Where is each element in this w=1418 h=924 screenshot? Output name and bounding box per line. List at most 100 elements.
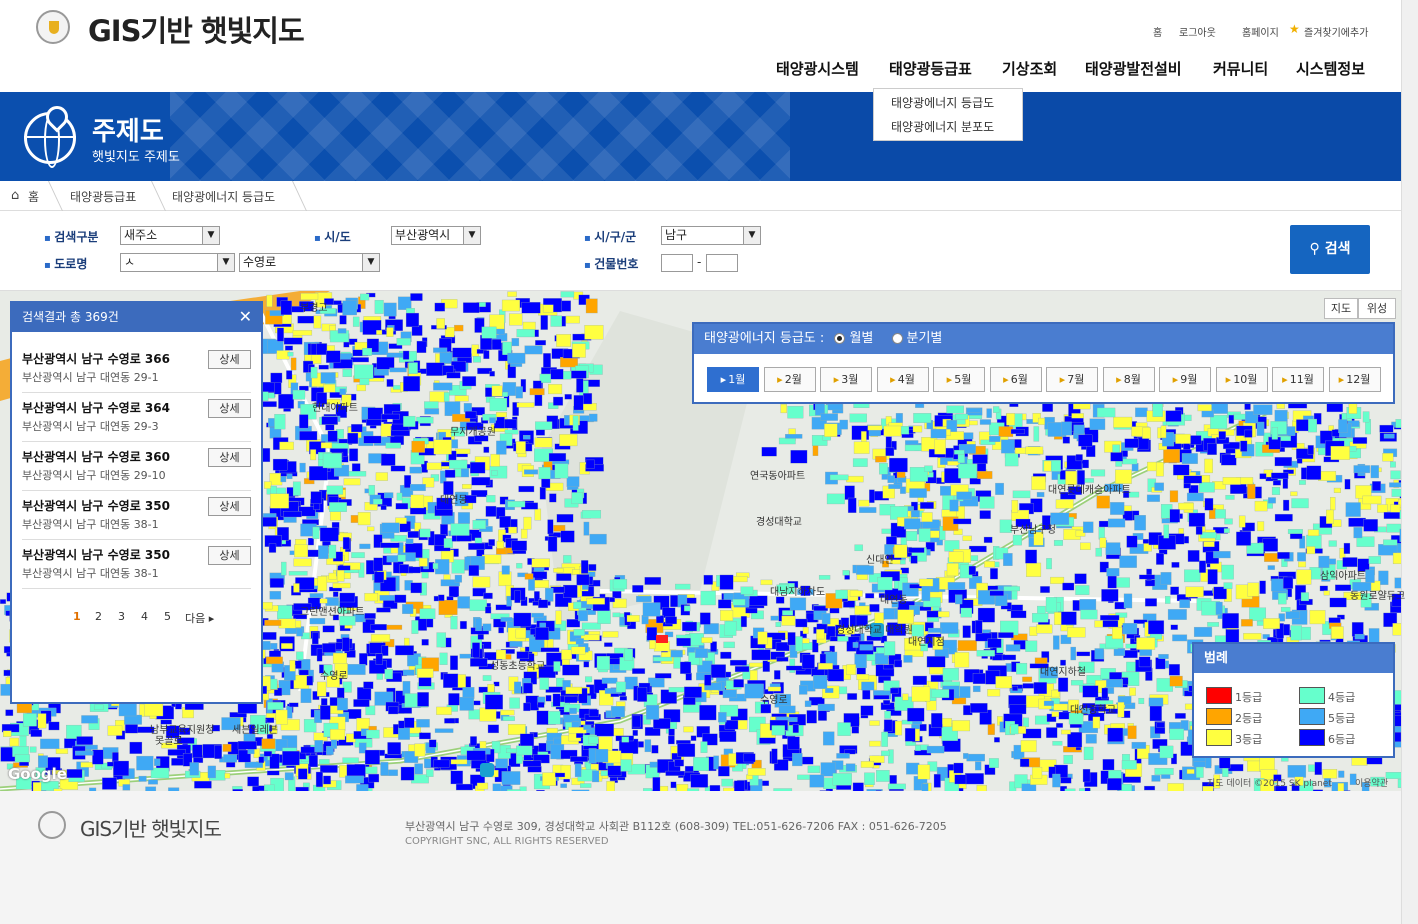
radio-monthly[interactable]	[834, 333, 846, 344]
month-button-5[interactable]: 5월	[933, 367, 985, 392]
building-tile	[1362, 411, 1370, 423]
homepage-link[interactable]: 홈페이지	[1242, 24, 1279, 39]
building-sub-number-input[interactable]	[706, 254, 738, 272]
month-button-8[interactable]: 8월	[1102, 367, 1155, 392]
building-tile	[1126, 535, 1138, 548]
sigungu-select[interactable]: 남구	[661, 226, 761, 245]
building-main-number-input[interactable]	[661, 254, 693, 272]
building-tile	[852, 642, 859, 648]
menu-facilities[interactable]: 태양광발전설비	[1085, 58, 1182, 79]
bookmark-link[interactable]: 즐겨찾기에추가	[1304, 24, 1368, 39]
road-select[interactable]: 수영로	[239, 253, 380, 272]
month-button-3[interactable]: 3월	[820, 367, 872, 392]
building-tile	[376, 330, 383, 335]
result-item[interactable]: 부산광역시 남구 수영로 350 부산광역시 남구 대연동 38-1 상세	[22, 491, 251, 540]
building-tile	[322, 643, 336, 653]
month-button-2[interactable]: 2월	[763, 367, 816, 392]
building-tile	[122, 784, 131, 791]
radio-quarterly-label[interactable]: 분기별	[907, 331, 943, 346]
building-tile	[539, 486, 546, 500]
result-item[interactable]: 부산광역시 남구 수영로 366 부산광역시 남구 대연동 29-1 상세	[22, 344, 251, 393]
month-button-10[interactable]: 10월	[1215, 367, 1268, 392]
building-tile	[749, 670, 758, 681]
result-item[interactable]: 부산광역시 남구 수영로 350 부산광역시 남구 대연동 38-1 상세	[22, 540, 251, 589]
map-type-satellite[interactable]: 위성	[1358, 298, 1396, 319]
result-item[interactable]: 부산광역시 남구 수영로 364 부산광역시 남구 대연동 29-3 상세	[22, 393, 251, 442]
page-1[interactable]: 1	[73, 610, 81, 623]
building-tile	[309, 593, 324, 598]
next-page-link[interactable]: 다음 ▸	[185, 610, 214, 626]
page-2[interactable]: 2	[95, 610, 102, 623]
page-4[interactable]: 4	[141, 610, 148, 623]
home-icon[interactable]: ⌂	[11, 188, 19, 203]
result-road-address[interactable]: 부산광역시 남구 수영로 366	[22, 350, 170, 367]
map-type-map[interactable]: 지도	[1324, 298, 1358, 319]
building-tile	[665, 616, 677, 625]
road-initial-select[interactable]: ㅅ	[120, 253, 235, 272]
building-tile	[565, 315, 580, 324]
result-item[interactable]: 부산광역시 남구 수영로 360 부산광역시 남구 대연동 29-10 상세	[22, 442, 251, 491]
detail-button[interactable]: 상세	[208, 497, 251, 516]
month-button-7[interactable]: 7월	[1046, 367, 1098, 392]
building-tile	[1280, 607, 1291, 612]
result-road-address[interactable]: 부산광역시 남구 수영로 350	[22, 546, 170, 563]
breadcrumb-solar-grade[interactable]: 태양광등급표	[70, 188, 136, 205]
building-tile	[542, 772, 557, 786]
home-link[interactable]: 홈	[1153, 24, 1162, 39]
submenu-grade-map[interactable]: 태양광에너지 등급도	[874, 91, 1022, 115]
month-button-9[interactable]: 9월	[1159, 367, 1211, 392]
map-terms-link[interactable]: 이용약관	[1355, 776, 1388, 789]
legend-label-grade-1: 1등급	[1235, 691, 1263, 704]
building-tile	[416, 719, 430, 728]
building-tile	[1271, 472, 1289, 480]
search-button[interactable]: ⚲ 검색	[1290, 225, 1370, 274]
building-tile	[404, 637, 410, 647]
month-button-12[interactable]: 12월	[1328, 367, 1381, 392]
building-tile	[895, 413, 903, 423]
building-tile	[1025, 640, 1038, 652]
month-button-11[interactable]: 11월	[1272, 367, 1324, 392]
page-scrollbar[interactable]	[1401, 0, 1418, 924]
menu-system-info[interactable]: 시스템정보	[1296, 58, 1365, 79]
month-button-4[interactable]: 4월	[876, 367, 929, 392]
close-icon[interactable]: ✕	[239, 307, 252, 326]
building-tile	[276, 350, 290, 360]
building-tile	[531, 612, 544, 618]
site-title[interactable]: GIS기반 햇빛지도	[88, 8, 305, 50]
building-tile	[734, 780, 745, 791]
building-tile	[560, 357, 578, 368]
menu-solar-grade[interactable]: 태양광등급표	[889, 58, 972, 79]
month-button-6[interactable]: 6월	[989, 367, 1042, 392]
detail-button[interactable]: 상세	[208, 448, 251, 467]
search-type-select[interactable]: 새주소	[120, 226, 220, 245]
radio-monthly-label[interactable]: 월별	[849, 331, 873, 346]
result-road-address[interactable]: 부산광역시 남구 수영로 360	[22, 448, 170, 465]
building-tile	[869, 740, 881, 747]
logout-link[interactable]: 로그아웃	[1179, 24, 1216, 39]
building-tile	[1390, 504, 1401, 513]
building-tile	[665, 770, 685, 776]
building-tile	[1119, 555, 1137, 568]
radio-quarterly[interactable]	[891, 333, 903, 344]
detail-button[interactable]: 상세	[208, 350, 251, 369]
building-tile	[9, 737, 19, 747]
menu-community[interactable]: 커뮤니티	[1213, 58, 1268, 79]
month-button-1[interactable]: 1월	[707, 367, 759, 392]
submenu-distribution-map[interactable]: 태양광에너지 분포도	[874, 115, 1022, 139]
result-road-address[interactable]: 부산광역시 남구 수영로 364	[22, 399, 170, 416]
building-tile	[337, 328, 347, 334]
menu-weather[interactable]: 기상조회	[1002, 58, 1057, 79]
building-tile	[842, 570, 850, 576]
building-tile	[373, 557, 383, 572]
menu-solar-system[interactable]: 태양광시스템	[776, 58, 859, 79]
page-3[interactable]: 3	[118, 610, 125, 623]
result-road-address[interactable]: 부산광역시 남구 수영로 350	[22, 497, 170, 514]
detail-button[interactable]: 상세	[208, 399, 251, 418]
sido-select[interactable]: 부산광역시	[391, 226, 481, 245]
building-tile	[436, 318, 445, 329]
building-tile	[462, 484, 472, 489]
page-5[interactable]: 5	[164, 610, 171, 623]
university-seal-logo[interactable]	[36, 10, 70, 44]
building-tile	[356, 384, 366, 392]
detail-button[interactable]: 상세	[208, 546, 251, 565]
